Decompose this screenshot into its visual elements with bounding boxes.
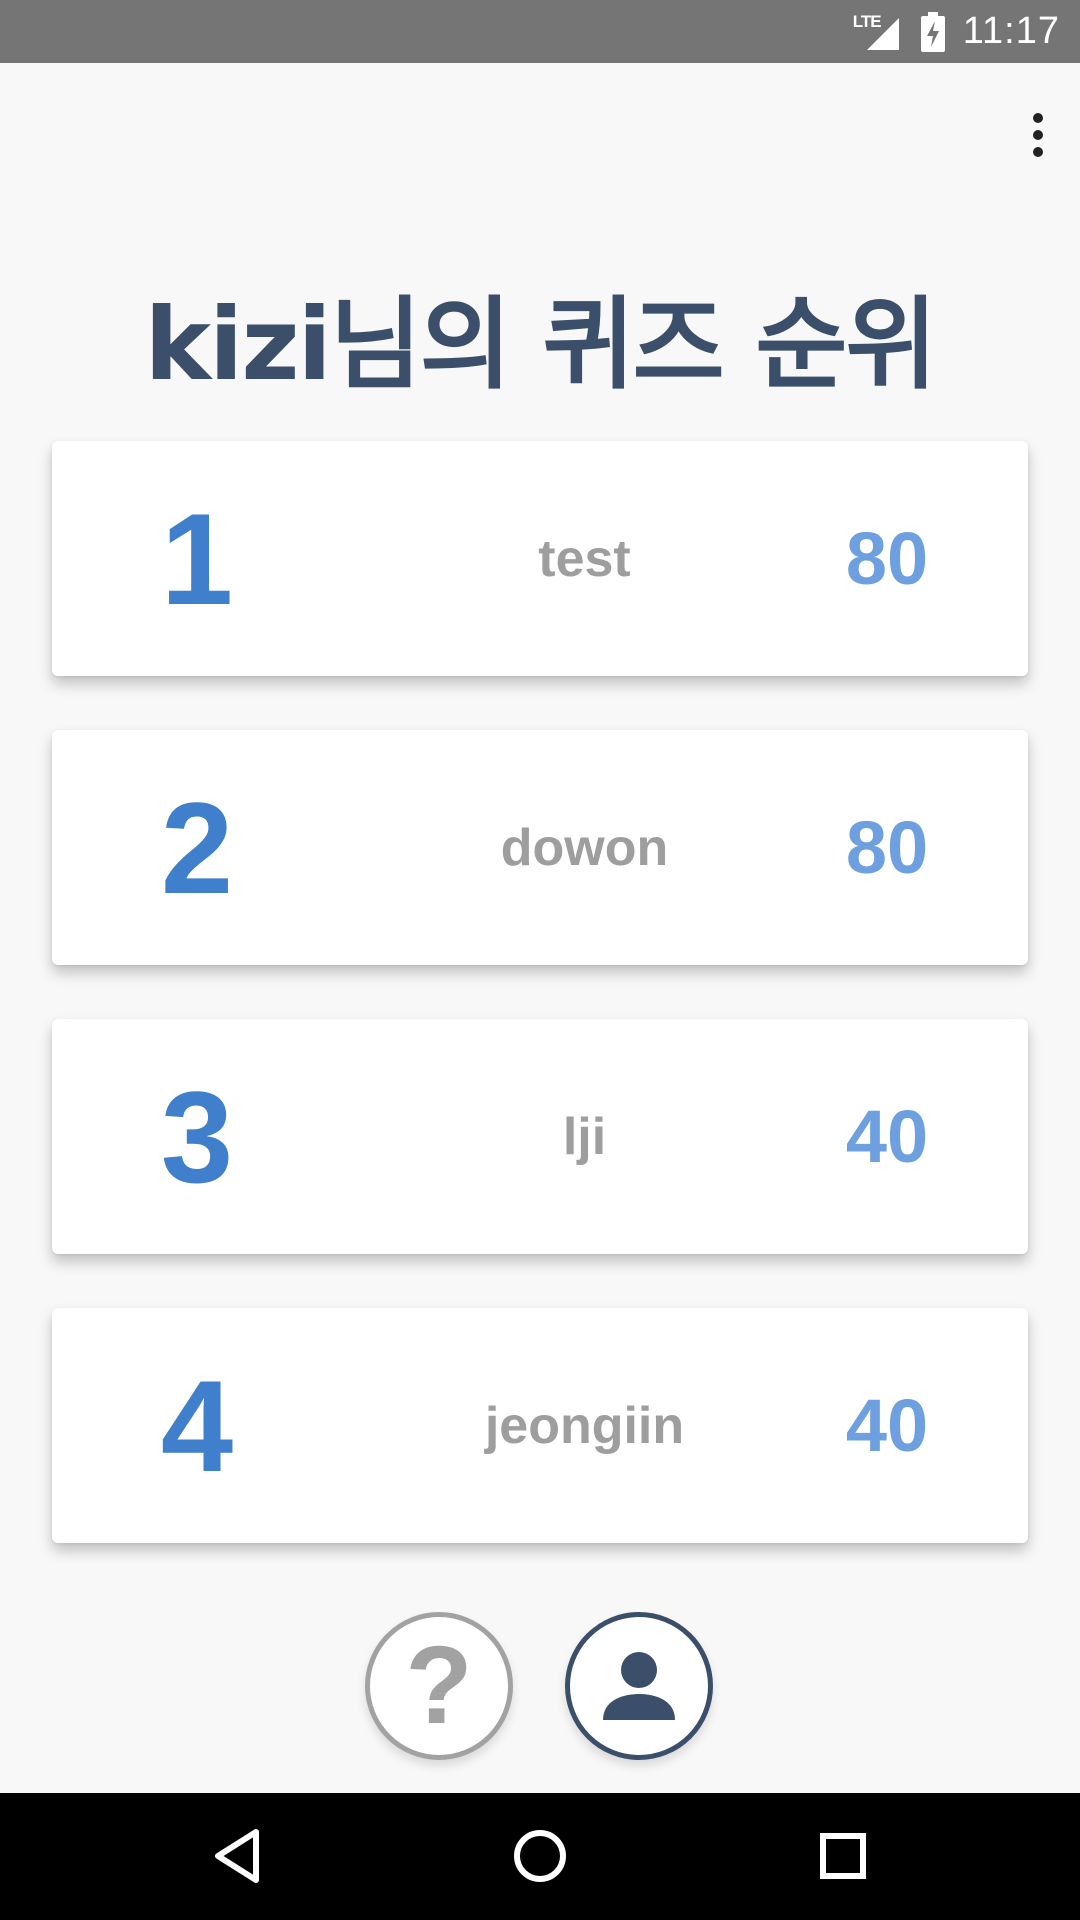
- overflow-menu-button[interactable]: [1006, 103, 1070, 167]
- ranking-card: 4 jeongiin 40: [52, 1308, 1028, 1543]
- player-score: 80: [845, 517, 929, 600]
- profile-button[interactable]: [565, 1612, 713, 1760]
- player-name: lji: [562, 1107, 607, 1166]
- status-bar: LTE 11:17: [0, 0, 1080, 63]
- ranking-list: 1 test 80 2 dowon 80 3 lji 40 4 jeongiin…: [52, 441, 1028, 1597]
- player-score: 80: [845, 806, 929, 889]
- back-button[interactable]: [204, 1823, 270, 1889]
- app-bar: [0, 63, 1080, 210]
- navigation-bar: [0, 1793, 1080, 1920]
- player-score: 40: [845, 1095, 929, 1178]
- signal-icon: LTE: [853, 12, 903, 52]
- rank-number: 2: [160, 774, 234, 921]
- more-vert-icon-dot: [1033, 147, 1043, 157]
- ranking-card: 1 test 80: [52, 441, 1028, 676]
- recents-button[interactable]: [810, 1823, 876, 1889]
- player-name: test: [538, 529, 631, 588]
- question-icon: ?: [405, 1624, 473, 1747]
- player-name: dowon: [500, 818, 669, 877]
- player-name: jeongiin: [484, 1396, 685, 1455]
- player-score: 40: [845, 1384, 929, 1467]
- rank-number: 1: [160, 485, 234, 632]
- home-circle-icon: [514, 1830, 566, 1882]
- home-button[interactable]: [507, 1823, 573, 1889]
- help-button[interactable]: ?: [365, 1612, 513, 1760]
- rank-number: 4: [160, 1352, 234, 1499]
- status-icons: LTE 11:17: [853, 0, 1060, 63]
- more-vert-icon: [1033, 113, 1043, 123]
- page-title: kizi님의 퀴즈 순위: [144, 286, 938, 403]
- person-icon: [603, 1652, 675, 1720]
- back-triangle-icon: [215, 1829, 259, 1883]
- ranking-card: 3 lji 40: [52, 1019, 1028, 1254]
- battery-charging-icon: [920, 11, 945, 52]
- rank-number: 3: [160, 1063, 234, 1210]
- ranking-card: 2 dowon 80: [52, 730, 1028, 965]
- recents-square-icon: [820, 1833, 866, 1879]
- status-clock: 11:17: [962, 10, 1060, 52]
- more-vert-icon-dot: [1033, 130, 1043, 140]
